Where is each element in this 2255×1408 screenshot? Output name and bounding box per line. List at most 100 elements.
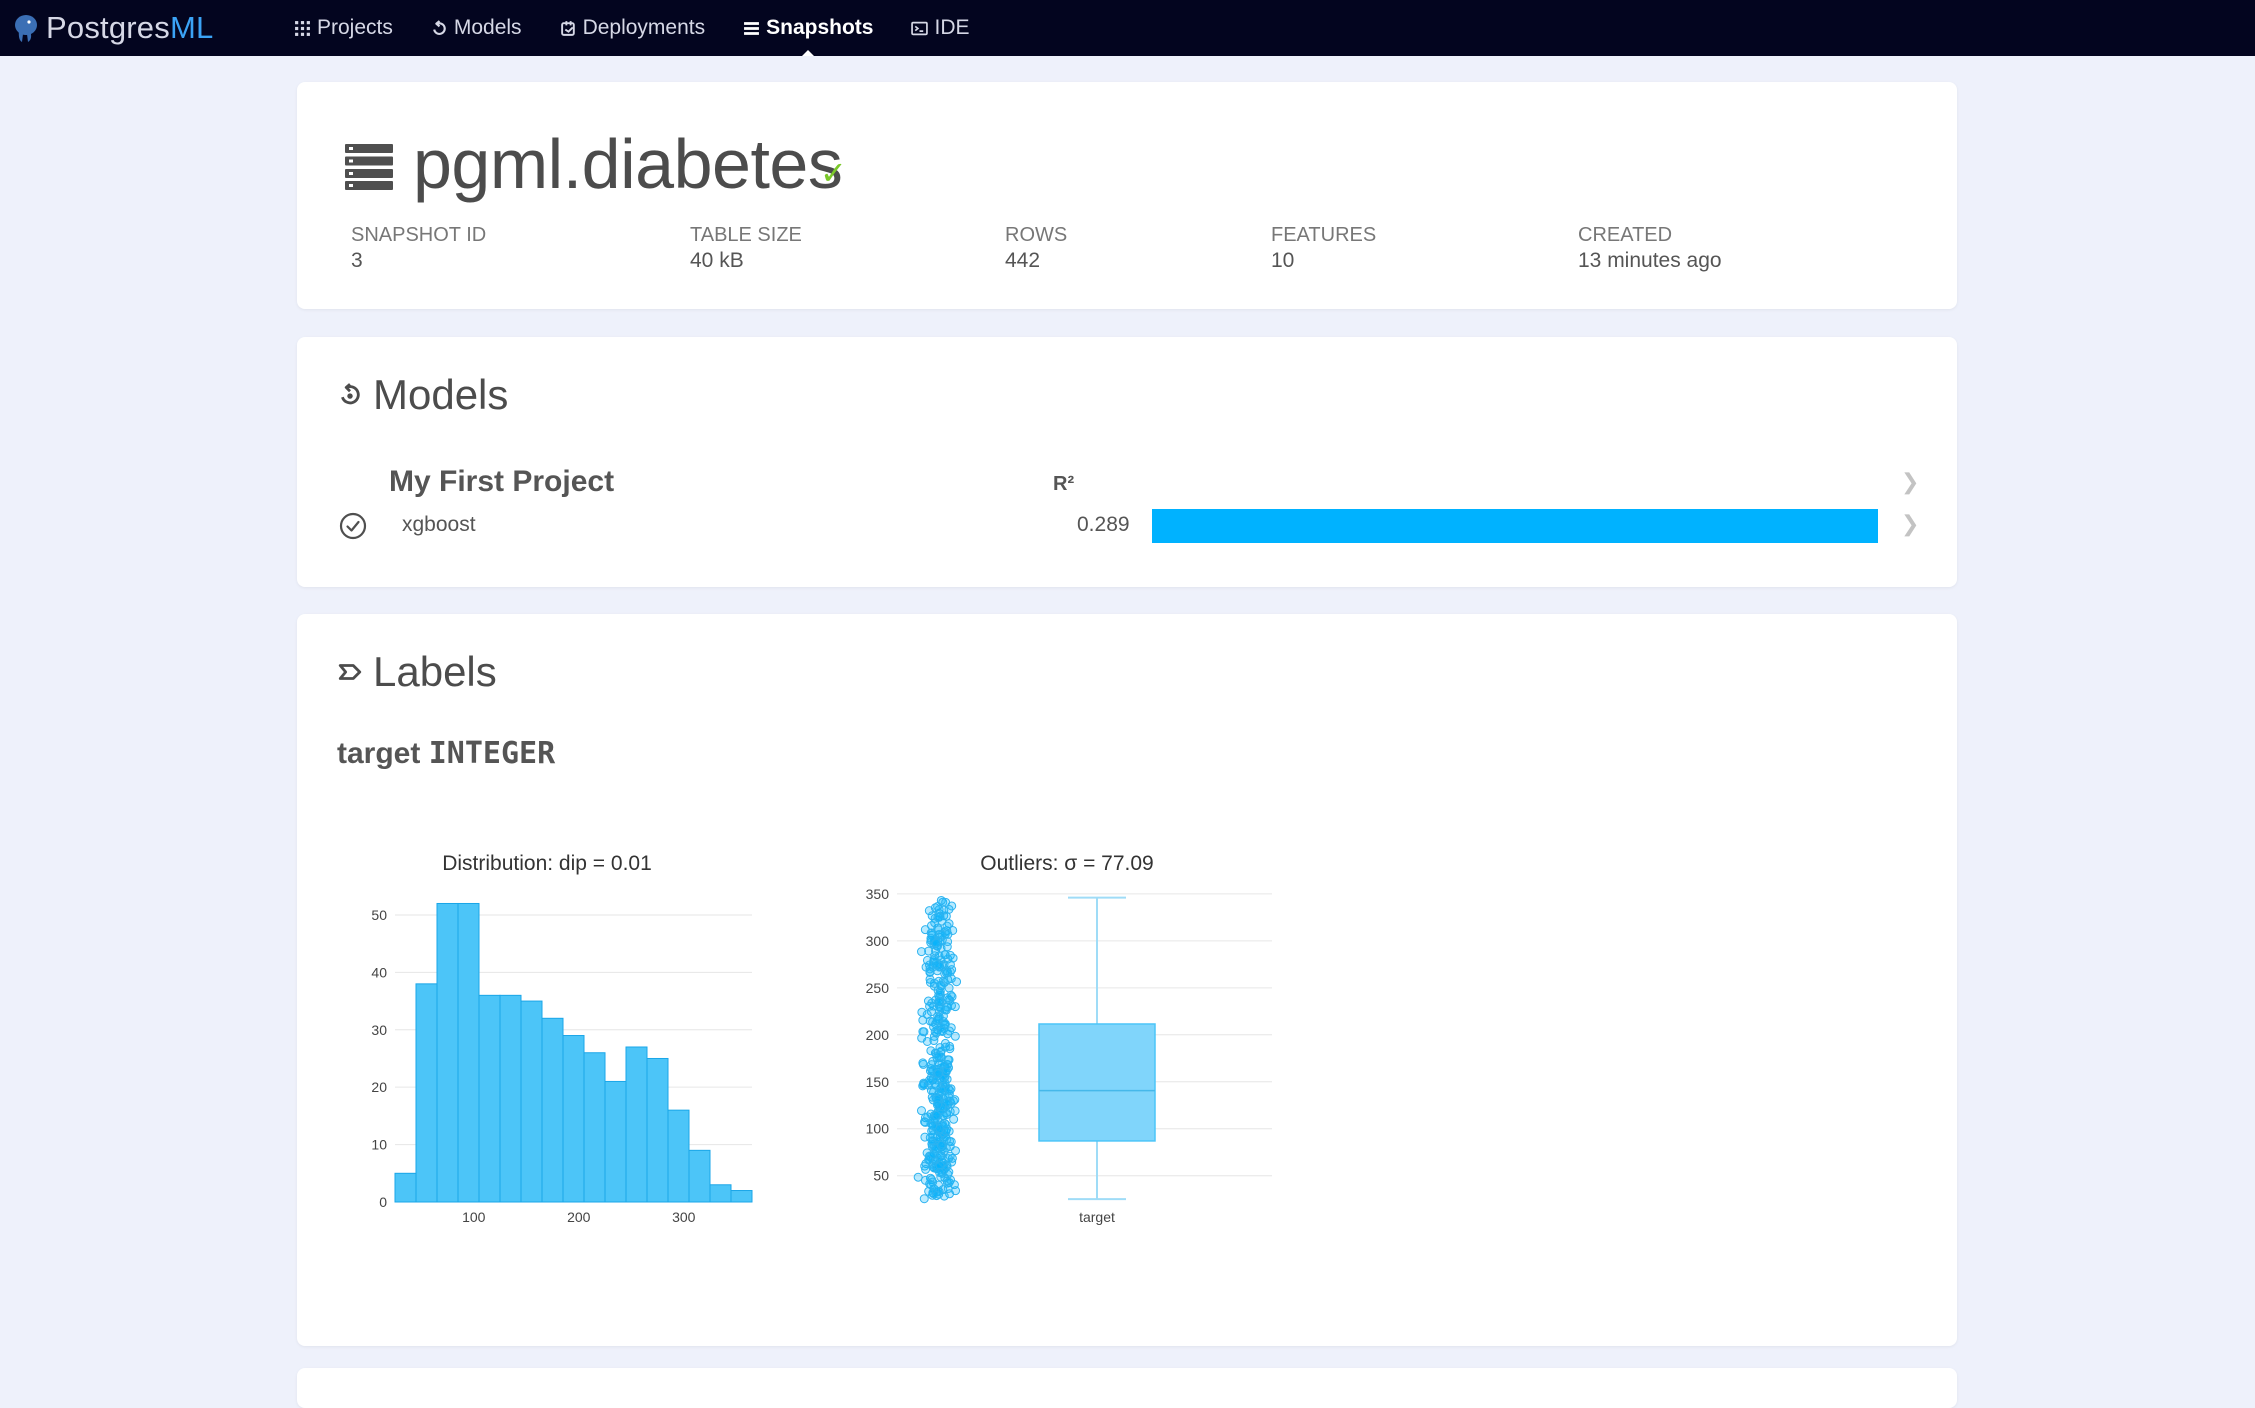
distribution-chart: Distribution: dip = 0.01 0 10 20 30 40 50 100 2… xyxy=(337,852,757,1272)
histogram-bar xyxy=(562,1035,585,1203)
snapshot-title: pgml.diabetes xyxy=(413,125,843,203)
outlier-point xyxy=(933,902,943,912)
score-bar xyxy=(1152,509,1878,543)
outlier-point xyxy=(944,983,954,993)
y-tick-label: 40 xyxy=(371,964,387,980)
outlier-point xyxy=(946,1001,956,1011)
nav-ide[interactable]: IDE xyxy=(911,0,970,56)
check-icon: ✓ xyxy=(820,155,847,191)
nav-snapshots-label: Snapshots xyxy=(766,16,874,39)
histogram-bar xyxy=(499,994,522,1203)
outlier-point xyxy=(930,959,940,969)
meta-snapshot-id: SNAPSHOT ID 3 xyxy=(351,224,486,273)
snapshot-header-card: pgml.diabetes ✓ SNAPSHOT ID 3 TABLE SIZE… xyxy=(297,82,1957,309)
meta-value: 10 xyxy=(1271,249,1295,272)
meta-value: 442 xyxy=(1005,249,1041,272)
outlier-point xyxy=(921,1164,931,1174)
histogram-bar xyxy=(583,1052,606,1203)
outlier-point xyxy=(941,1120,951,1130)
meta-key: TABLE SIZE xyxy=(690,224,802,246)
histogram-svg: 0 10 20 30 40 50 100 200 300 xyxy=(371,902,753,1225)
outlier-point xyxy=(942,921,952,931)
nav-deployments[interactable]: Deployments xyxy=(560,0,706,56)
histogram-bar xyxy=(667,1109,690,1203)
histogram-bar xyxy=(646,1057,669,1203)
outlier-point xyxy=(916,1106,926,1116)
top-navbar: PostgresML Projects Models Deployments S… xyxy=(0,0,2255,56)
outlier-point xyxy=(920,1117,930,1127)
check-circle-icon[interactable] xyxy=(339,512,367,540)
outlier-point xyxy=(935,987,945,997)
target-type: INTEGER xyxy=(428,736,556,771)
meta-features: FEATURES 10 xyxy=(1271,224,1376,273)
nav-models[interactable]: Models xyxy=(431,0,522,56)
outlier-point xyxy=(934,1069,944,1079)
distribution-chart-title: Distribution: dip = 0.01 xyxy=(442,852,652,875)
outlier-point xyxy=(925,1001,935,1011)
outlier-point xyxy=(942,993,952,1003)
y-tick-label: 50 xyxy=(873,1168,889,1184)
meta-rows: ROWS 442 xyxy=(1005,224,1067,273)
labels-card: Labels target INTEGER Distribution: dip … xyxy=(297,614,1957,1346)
outlier-point xyxy=(925,977,935,987)
outliers-chart-title: Outliers: σ = 77.09 xyxy=(980,852,1154,875)
histogram-bar xyxy=(436,902,459,1203)
outlier-point xyxy=(932,1100,942,1110)
outlier-point xyxy=(934,912,944,922)
nav-projects-label: Projects xyxy=(317,16,393,39)
labels-section-title: Labels xyxy=(337,648,497,696)
y-tick-label: 300 xyxy=(866,933,890,949)
y-tick-label: 250 xyxy=(866,980,890,996)
outliers-chart: Outliers: σ = 77.09 50 100 150 200 250 300 350… xyxy=(857,852,1277,1272)
outlier-point xyxy=(950,1146,960,1156)
y-tick-label: 10 xyxy=(371,1137,387,1153)
metric-label: R² xyxy=(1053,473,1075,495)
x-tick-label: 100 xyxy=(462,1209,486,1225)
outlier-point xyxy=(935,1043,945,1053)
y-tick-label: 350 xyxy=(866,886,890,902)
chevron-right-icon[interactable]: ❯ xyxy=(1901,511,1919,537)
outlier-point xyxy=(944,904,954,914)
outlier-point xyxy=(945,1085,955,1095)
outlier-point xyxy=(929,1149,939,1159)
outlier-point xyxy=(945,967,955,977)
meta-key: CREATED xyxy=(1578,224,1673,246)
brand-logo-link[interactable]: PostgresML xyxy=(10,6,213,50)
histogram-bar xyxy=(688,1149,711,1203)
nav-projects[interactable]: Projects xyxy=(294,0,393,56)
meta-value: 13 minutes ago xyxy=(1578,249,1722,272)
meta-key: ROWS xyxy=(1005,224,1068,246)
models-section-title: Models xyxy=(337,371,508,419)
meta-created: CREATED 13 minutes ago xyxy=(1578,224,1722,273)
outlier-point xyxy=(920,1175,930,1185)
outlier-point xyxy=(944,1055,954,1065)
elephant-logo-icon xyxy=(15,15,37,42)
outlier-point xyxy=(932,1111,942,1121)
histogram-bar xyxy=(415,983,438,1203)
iqr-box xyxy=(1038,1023,1156,1142)
nav-snapshots[interactable]: Snapshots xyxy=(743,0,873,56)
meta-value: 40 kB xyxy=(690,249,744,272)
y-tick-label: 200 xyxy=(866,1027,890,1043)
model-name-link[interactable]: xgboost xyxy=(402,513,476,537)
y-tick-label: 50 xyxy=(371,907,387,923)
outlier-point xyxy=(934,997,944,1007)
chevron-right-icon[interactable]: ❯ xyxy=(1901,469,1919,495)
terminal-icon xyxy=(911,21,929,35)
histogram-bar xyxy=(709,1184,732,1203)
histogram-bar xyxy=(541,1017,564,1203)
score-bar-fill xyxy=(1152,509,1878,543)
outlier-point xyxy=(935,1167,945,1177)
category-label: target xyxy=(1079,1209,1115,1225)
outlier-point xyxy=(922,1010,932,1020)
project-name-link[interactable]: My First Project xyxy=(389,465,614,499)
nav-deployments-label: Deployments xyxy=(582,16,706,39)
labels-title-text: Labels xyxy=(373,648,497,695)
histogram-bar xyxy=(520,1000,543,1203)
meta-key: SNAPSHOT ID xyxy=(351,224,487,246)
histogram-bar xyxy=(457,902,480,1203)
y-tick-label: 30 xyxy=(371,1022,387,1038)
outlier-point xyxy=(942,1134,952,1144)
brand-name: Postgres xyxy=(46,10,170,45)
y-tick-label: 150 xyxy=(866,1074,890,1090)
